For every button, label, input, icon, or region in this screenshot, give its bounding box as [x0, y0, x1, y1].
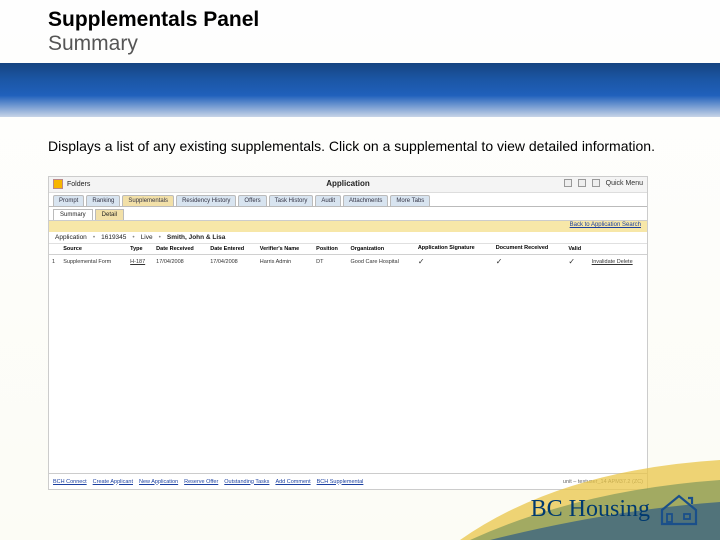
tab-task-history[interactable]: Task History — [269, 195, 314, 206]
context-status: Live — [141, 234, 153, 241]
table-row[interactable]: 1 Supplemental Form H-187 17/04/2008 17/… — [49, 255, 647, 269]
cell-organization: Good Care Hospital — [347, 255, 414, 269]
heading-title: Supplementals Panel — [48, 8, 259, 32]
footer-link-reserve-offer[interactable]: Reserve Offer — [184, 479, 218, 485]
tab-supplementals[interactable]: Supplementals — [122, 195, 174, 206]
col-date-entered: Date Entered — [207, 244, 257, 255]
context-name: Smith, John & Lisa — [167, 234, 226, 241]
col-idx — [49, 244, 60, 255]
tab-attachments[interactable]: Attachments — [343, 195, 388, 206]
footer-link-supplemental[interactable]: BCH Supplemental — [317, 479, 364, 485]
app-titlebar: Folders Application Quick Menu — [49, 177, 647, 193]
slide-heading: Supplementals Panel Summary — [48, 8, 259, 56]
cell-signature-check: ✓ — [415, 255, 493, 269]
cell-position: DT — [313, 255, 347, 269]
close-icon[interactable] — [592, 179, 600, 187]
print-icon[interactable] — [564, 179, 572, 187]
col-valid: Valid — [565, 244, 588, 255]
col-position: Position — [313, 244, 347, 255]
footer-link-create-applicant[interactable]: Create Applicant — [93, 479, 133, 485]
sub-tabs: Summary Detail — [49, 206, 647, 220]
tab-ranking[interactable]: Ranking — [86, 195, 120, 206]
supplementals-table: Source Type Date Received Date Entered V… — [49, 244, 647, 268]
intro-text: Displays a list of any existing suppleme… — [48, 138, 688, 156]
footer-link-new-application[interactable]: New Application — [139, 479, 178, 485]
tab-prompt[interactable]: Prompt — [53, 195, 84, 206]
col-date-received: Date Received — [153, 244, 207, 255]
col-type: Type — [127, 244, 153, 255]
cell-doc-check: ✓ — [493, 255, 566, 269]
cell-date-entered: 17/04/2008 — [207, 255, 257, 269]
brand-name: BC Housing — [531, 496, 650, 523]
blue-gradient-bar — [0, 63, 720, 117]
primary-tabs: Prompt Ranking Supplementals Residency H… — [49, 193, 647, 206]
house-icon — [658, 492, 700, 526]
tab-offers[interactable]: Offers — [238, 195, 266, 206]
back-to-search-link[interactable]: Back to Application Search — [570, 222, 641, 228]
col-actions — [589, 244, 647, 255]
cell-actions[interactable]: Invalidate Delete — [589, 255, 647, 269]
col-app-signature: Application Signature — [415, 244, 493, 255]
app-footer: BCH Connect Create Applicant New Applica… — [49, 473, 647, 489]
footer-link-connect[interactable]: BCH Connect — [53, 479, 87, 485]
cell-idx: 1 — [49, 255, 60, 269]
context-app-no: 1619345 — [101, 234, 126, 241]
footer-link-add-comment[interactable]: Add Comment — [275, 479, 310, 485]
footer-status-text: unit – testuser_14 APM37.2 (ZC) — [563, 479, 643, 485]
cell-valid-check: ✓ — [565, 255, 588, 269]
quick-menu-link[interactable]: Quick Menu — [606, 180, 643, 187]
cell-verifier: Harris Admin — [257, 255, 313, 269]
context-row: Application • 1619345 • Live • Smith, Jo… — [49, 232, 647, 244]
heading-subtitle: Summary — [48, 32, 259, 56]
brand-logo: BC Housing — [531, 492, 700, 526]
tab-residency-history[interactable]: Residency History — [176, 195, 236, 206]
tab-more[interactable]: More Tabs — [390, 195, 430, 206]
context-label: Application — [55, 234, 87, 241]
embedded-app-screenshot: Folders Application Quick Menu Prompt Ra… — [48, 176, 648, 490]
col-verifier: Verifier's Name — [257, 244, 313, 255]
col-doc-received: Document Received — [493, 244, 566, 255]
cell-source: Supplemental Form — [60, 255, 127, 269]
tab-audit[interactable]: Audit — [315, 195, 341, 206]
subtab-summary[interactable]: Summary — [53, 209, 93, 220]
subtab-detail[interactable]: Detail — [95, 209, 124, 220]
app-title: Application — [49, 179, 647, 188]
action-bar: Back to Application Search — [49, 220, 647, 232]
footer-link-outstanding-tasks[interactable]: Outstanding Tasks — [224, 479, 269, 485]
col-source: Source — [60, 244, 127, 255]
cell-date-received: 17/04/2008 — [153, 255, 207, 269]
help-icon[interactable] — [578, 179, 586, 187]
cell-type-link[interactable]: H-187 — [127, 255, 153, 269]
col-organization: Organization — [347, 244, 414, 255]
